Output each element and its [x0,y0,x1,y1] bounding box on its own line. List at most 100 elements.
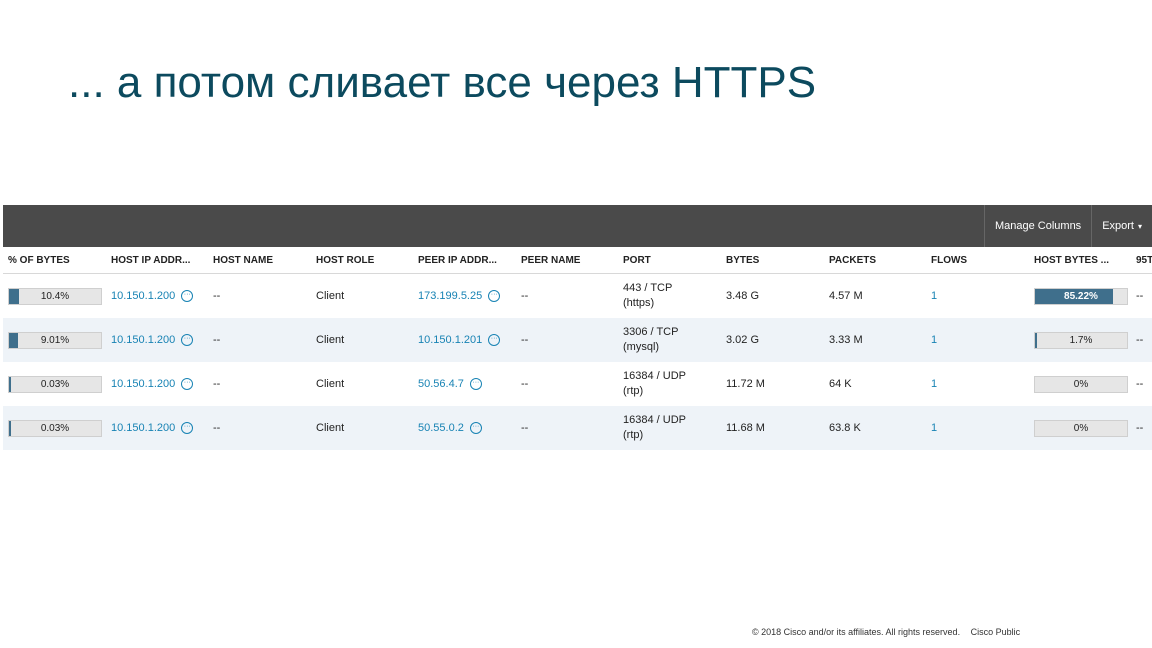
host-bytes-cell: 1.7% [1029,318,1131,362]
column-header[interactable]: PEER IP ADDR... [413,247,516,274]
host-bytes-label: 1.7% [1069,334,1093,346]
caret-down-icon: ▾ [1137,221,1142,231]
protocol-label: (rtp) [623,429,644,441]
peer-ip-link[interactable]: 50.56.4.7 [418,378,464,390]
flows-cell: 1 [926,362,1029,406]
host-role-cell: Client [311,318,413,362]
more-options-icon[interactable]: ··· [469,422,482,435]
col95-cell: -- [1136,378,1144,390]
host-ip-cell: 10.150.1.200 ··· [106,406,208,450]
port-label: 3306 / TCP [623,326,679,338]
flows-link[interactable]: 1 [931,334,937,346]
manage-columns-label: Manage Columns [994,220,1082,232]
peer-ip-link[interactable]: 10.150.1.201 [418,334,482,346]
more-options-icon[interactable]: ··· [469,378,482,391]
host-ip-link[interactable]: 10.150.1.200 [111,378,175,390]
flows-cell: 1 [926,318,1029,362]
peer-ip-link[interactable]: 50.55.0.2 [418,422,464,434]
peer-name-cell: -- [521,290,529,302]
bytes-cell: 11.72 M [726,378,765,390]
table-row[interactable]: 9.01% 10.150.1.200 ··· -- Client 10.150.1.201… [3,318,1152,362]
column-header[interactable]: HOST IP ADDR... [106,247,208,274]
protocol-label: (mysql) [623,341,660,353]
port-label: 16384 / UDP [623,414,686,426]
host-role-cell: Client [316,290,345,302]
column-header[interactable]: HOST NAME [208,247,311,274]
flows-table-panel: Manage Columns Export ▾ % OF BYTES HOST … [3,205,1152,453]
bytes-cell: 3.48 G [726,290,760,302]
col95-cell: -- [1131,406,1152,450]
port-label: 443 / TCP [623,282,673,294]
flows-cell: 1 [926,406,1029,450]
port-cell: 3306 / TCP (mysql) [618,318,721,362]
pct-bytes-bar: 9.01% [8,331,102,349]
slide-footer: © 2018 Cisco and/or its affiliates. All … [752,627,1020,637]
peer-name-cell: -- [521,378,529,390]
peer-ip-cell: 10.150.1.201 ··· [413,318,516,362]
host-bytes-cell: 85.22% [1029,274,1131,319]
manage-columns-button[interactable]: Manage Columns [983,205,1091,247]
peer-ip-link[interactable]: 173.199.5.25 [418,290,482,302]
port-cell: 443 / TCP (https) [618,274,721,319]
column-header[interactable]: HOST BYTES ... [1029,247,1131,274]
more-options-icon[interactable]: ··· [488,290,501,303]
column-header[interactable]: PORT [618,247,721,274]
export-label: Export [1102,220,1134,232]
more-options-icon[interactable]: ··· [181,422,194,435]
host-bytes-cell: 0% [1029,406,1131,450]
host-ip-link[interactable]: 10.150.1.200 [111,290,175,302]
column-header[interactable]: PACKETS [824,247,926,274]
column-header[interactable]: 95T [1131,247,1152,274]
column-header[interactable]: BYTES [721,247,824,274]
host-ip-link[interactable]: 10.150.1.200 [111,422,175,434]
host-role-cell: Client [311,406,413,450]
more-options-icon[interactable]: ··· [181,290,194,303]
pct-bytes-label: 0.03% [40,378,70,390]
table-toolbar: Manage Columns Export ▾ [3,205,1152,247]
pct-bytes-label: 9.01% [40,334,70,346]
column-header[interactable]: HOST ROLE [311,247,413,274]
host-bytes-bar: 0% [1034,375,1128,393]
host-bytes-label: 85.22% [1064,290,1098,302]
flows-link[interactable]: 1 [931,422,937,434]
packets-cell: 3.33 M [824,318,926,362]
host-name-cell: -- [213,378,221,390]
flows-link[interactable]: 1 [931,290,937,302]
peer-ip-cell: 173.199.5.25 ··· [413,274,516,319]
more-options-icon[interactable]: ··· [488,334,501,347]
host-bytes-bar: 0% [1034,419,1128,437]
pct-bytes-label: 10.4% [40,290,70,302]
column-header[interactable]: % OF BYTES [3,247,106,274]
host-bytes-bar: 1.7% [1034,331,1128,349]
table-row[interactable]: 10.4% 10.150.1.200 ··· -- Client 173.199.5.25… [3,274,1152,319]
peer-ip-cell: 50.55.0.2 ··· [413,406,516,450]
column-header[interactable]: FLOWS [926,247,1029,274]
column-header[interactable]: PEER NAME [516,247,618,274]
host-ip-link[interactable]: 10.150.1.200 [111,334,175,346]
flows-table: % OF BYTES HOST IP ADDR... HOST NAME HOS… [3,247,1152,450]
port-label: 16384 / UDP [623,370,686,382]
pct-bytes-label: 0.03% [40,422,70,434]
host-role-cell: Client [316,378,345,390]
export-button[interactable]: Export ▾ [1091,205,1152,247]
pct-bytes-bar: 0.03% [8,375,102,393]
host-ip-cell: 10.150.1.200 ··· [106,318,208,362]
more-options-icon[interactable]: ··· [181,378,194,391]
host-bytes-label: 0% [1073,422,1089,434]
table-row[interactable]: 0.03% 10.150.1.200 ··· -- Client 50.56.4.7 ···… [3,362,1152,406]
more-options-icon[interactable]: ··· [181,334,194,347]
host-bytes-bar: 85.22% [1034,287,1128,305]
host-ip-cell: 10.150.1.200 ··· [106,274,208,319]
footer-copyright: © 2018 Cisco and/or its affiliates. All … [752,627,961,637]
table-row[interactable]: 0.03% 10.150.1.200 ··· -- Client 50.55.0.2 ···… [3,406,1152,450]
protocol-label: (rtp) [623,385,644,397]
peer-name-cell: -- [516,318,618,362]
host-bytes-label: 0% [1073,378,1089,390]
packets-cell: 63.8 K [824,406,926,450]
col95-cell: -- [1131,318,1152,362]
flows-cell: 1 [926,274,1029,319]
peer-name-cell: -- [516,406,618,450]
host-bytes-cell: 0% [1029,362,1131,406]
host-ip-cell: 10.150.1.200 ··· [106,362,208,406]
flows-link[interactable]: 1 [931,378,937,390]
